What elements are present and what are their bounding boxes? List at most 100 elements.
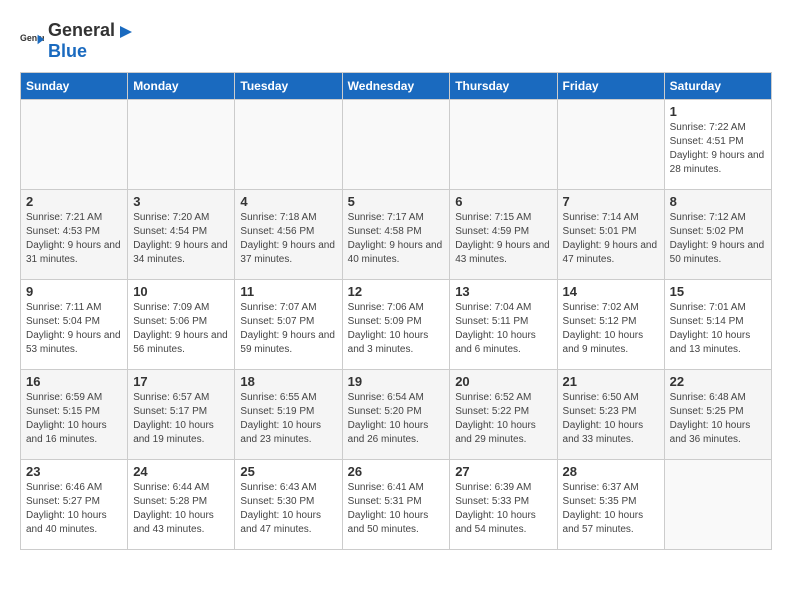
calendar-cell: 14Sunrise: 7:02 AM Sunset: 5:12 PM Dayli… [557,280,664,370]
day-info: Sunrise: 7:20 AM Sunset: 4:54 PM Dayligh… [133,211,229,267]
day-number: 15 [670,284,766,299]
day-info: Sunrise: 7:09 AM Sunset: 5:06 PM Dayligh… [133,301,229,357]
calendar-cell: 20 Sunrise: 6:52 AM Sunset: 5:22 PM Dayli… [450,370,557,460]
calendar-cell: 25 Sunrise: 6:43 AM Sunset: 5:30 PM Dayli… [235,460,342,550]
calendar-cell: 17 Sunrise: 6:57 AM Sunset: 5:17 PM Dayli… [128,370,235,460]
day-number: 23 [26,464,122,479]
day-number: 6 [455,194,551,209]
calendar-cell [128,100,235,190]
calendar-cell [235,100,342,190]
day-number: 10 [133,284,229,299]
day-info: Sunrise: 7:06 AM Sunset: 5:09 PM Dayligh… [348,301,445,357]
calendar-cell [664,460,771,550]
calendar-cell: 5 Sunrise: 7:17 AM Sunset: 4:58 PM Daylig… [342,190,450,280]
calendar-cell: 4 Sunrise: 7:18 AM Sunset: 4:56 PM Daylig… [235,190,342,280]
day-info: Sunrise: 6:59 AM Sunset: 5:15 PM Dayligh… [26,391,122,447]
weekday-header-thursday: Thursday [450,73,557,100]
calendar-cell: 9 Sunrise: 7:11 AM Sunset: 5:04 PM Daylig… [21,280,128,370]
day-info: Sunrise: 7:21 AM Sunset: 4:53 PM Dayligh… [26,211,122,267]
day-info: Sunrise: 7:15 AM Sunset: 4:59 PM Dayligh… [455,211,551,267]
calendar-week-row: 9 Sunrise: 7:11 AM Sunset: 5:04 PM Daylig… [21,280,772,370]
weekday-header-row: SundayMondayTuesdayWednesdayThursdayFrid… [21,73,772,100]
day-number: 13 [455,284,551,299]
day-number: 24 [133,464,229,479]
calendar-cell: 18Sunrise: 6:55 AM Sunset: 5:19 PM Dayli… [235,370,342,460]
day-info: Sunrise: 6:44 AM Sunset: 5:28 PM Dayligh… [133,481,229,537]
day-number: 28 [563,464,659,479]
day-number: 3 [133,194,229,209]
weekday-header-sunday: Sunday [21,73,128,100]
day-number: 16 [26,374,122,389]
day-number: 5 [348,194,445,209]
weekday-header-monday: Monday [128,73,235,100]
calendar-cell: 13 Sunrise: 7:04 AM Sunset: 5:11 PM Dayli… [450,280,557,370]
day-number: 11 [240,284,336,299]
calendar-cell: 6 Sunrise: 7:15 AM Sunset: 4:59 PM Daylig… [450,190,557,280]
calendar-cell: 2Sunrise: 7:21 AM Sunset: 4:53 PM Daylig… [21,190,128,280]
calendar-cell: 12 Sunrise: 7:06 AM Sunset: 5:09 PM Dayli… [342,280,450,370]
day-info: Sunrise: 7:12 AM Sunset: 5:02 PM Dayligh… [670,211,766,267]
calendar-cell [450,100,557,190]
day-info: Sunrise: 6:52 AM Sunset: 5:22 PM Dayligh… [455,391,551,447]
weekday-header-tuesday: Tuesday [235,73,342,100]
day-info: Sunrise: 7:11 AM Sunset: 5:04 PM Dayligh… [26,301,122,357]
day-info: Sunrise: 6:50 AM Sunset: 5:23 PM Dayligh… [563,391,659,447]
calendar-cell: 19 Sunrise: 6:54 AM Sunset: 5:20 PM Dayli… [342,370,450,460]
day-number: 14 [563,284,659,299]
day-info: Sunrise: 6:46 AM Sunset: 5:27 PM Dayligh… [26,481,122,537]
day-number: 20 [455,374,551,389]
calendar-cell: 7 Sunrise: 7:14 AM Sunset: 5:01 PM Daylig… [557,190,664,280]
calendar-cell: 16 Sunrise: 6:59 AM Sunset: 5:15 PM Dayli… [21,370,128,460]
day-info: Sunrise: 7:18 AM Sunset: 4:56 PM Dayligh… [240,211,336,267]
day-info: Sunrise: 7:01 AM Sunset: 5:14 PM Dayligh… [670,301,766,357]
calendar-cell [21,100,128,190]
day-number: 4 [240,194,336,209]
logo: General General Blue [20,20,135,62]
weekday-header-friday: Friday [557,73,664,100]
calendar-cell: 21 Sunrise: 6:50 AM Sunset: 5:23 PM Dayli… [557,370,664,460]
day-info: Sunrise: 6:37 AM Sunset: 5:35 PM Dayligh… [563,481,659,537]
calendar-cell: 27 Sunrise: 6:39 AM Sunset: 5:33 PM Dayli… [450,460,557,550]
calendar-cell: 23 Sunrise: 6:46 AM Sunset: 5:27 PM Dayli… [21,460,128,550]
day-info: Sunrise: 7:14 AM Sunset: 5:01 PM Dayligh… [563,211,659,267]
day-info: Sunrise: 7:07 AM Sunset: 5:07 PM Dayligh… [240,301,336,357]
day-info: Sunrise: 6:39 AM Sunset: 5:33 PM Dayligh… [455,481,551,537]
day-number: 21 [563,374,659,389]
day-info: Sunrise: 6:54 AM Sunset: 5:20 PM Dayligh… [348,391,445,447]
calendar-cell: 26Sunrise: 6:41 AM Sunset: 5:31 PM Dayli… [342,460,450,550]
weekday-header-saturday: Saturday [664,73,771,100]
day-number: 17 [133,374,229,389]
logo-arrow-icon [116,23,134,41]
day-number: 1 [670,104,766,119]
day-info: Sunrise: 6:48 AM Sunset: 5:25 PM Dayligh… [670,391,766,447]
generalblue-logo-icon: General [20,31,44,51]
day-info: Sunrise: 6:43 AM Sunset: 5:30 PM Dayligh… [240,481,336,537]
day-number: 25 [240,464,336,479]
calendar-cell: 8Sunrise: 7:12 AM Sunset: 5:02 PM Daylig… [664,190,771,280]
calendar-cell: 22Sunrise: 6:48 AM Sunset: 5:25 PM Dayli… [664,370,771,460]
header: General General Blue [20,20,772,62]
calendar-cell: 15 Sunrise: 7:01 AM Sunset: 5:14 PM Dayli… [664,280,771,370]
logo-blue-text: Blue [48,41,87,61]
calendar-cell: 3 Sunrise: 7:20 AM Sunset: 4:54 PM Daylig… [128,190,235,280]
day-number: 7 [563,194,659,209]
day-info: Sunrise: 6:57 AM Sunset: 5:17 PM Dayligh… [133,391,229,447]
day-number: 9 [26,284,122,299]
calendar-cell: 1 Sunrise: 7:22 AM Sunset: 4:51 PM Daylig… [664,100,771,190]
calendar-week-row: 1 Sunrise: 7:22 AM Sunset: 4:51 PM Daylig… [21,100,772,190]
day-number: 27 [455,464,551,479]
calendar-week-row: 16 Sunrise: 6:59 AM Sunset: 5:15 PM Dayli… [21,370,772,460]
calendar-week-row: 2Sunrise: 7:21 AM Sunset: 4:53 PM Daylig… [21,190,772,280]
calendar-week-row: 23 Sunrise: 6:46 AM Sunset: 5:27 PM Dayli… [21,460,772,550]
calendar-cell: 11 Sunrise: 7:07 AM Sunset: 5:07 PM Dayli… [235,280,342,370]
day-number: 26 [348,464,445,479]
day-info: Sunrise: 7:04 AM Sunset: 5:11 PM Dayligh… [455,301,551,357]
day-number: 19 [348,374,445,389]
calendar-cell: 28 Sunrise: 6:37 AM Sunset: 5:35 PM Dayli… [557,460,664,550]
day-info: Sunrise: 7:17 AM Sunset: 4:58 PM Dayligh… [348,211,445,267]
calendar-table: SundayMondayTuesdayWednesdayThursdayFrid… [20,72,772,550]
day-info: Sunrise: 7:22 AM Sunset: 4:51 PM Dayligh… [670,121,766,177]
logo-general-text: General [48,20,115,40]
calendar-cell [557,100,664,190]
day-number: 12 [348,284,445,299]
